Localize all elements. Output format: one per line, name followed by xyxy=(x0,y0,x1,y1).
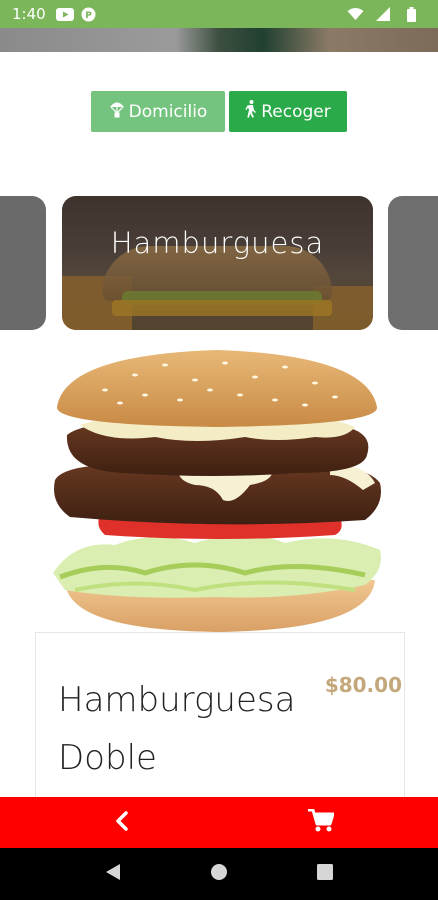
status-right-icons xyxy=(346,6,426,22)
circle-home-icon xyxy=(210,863,228,885)
action-bar xyxy=(0,797,438,848)
nav-home-button[interactable] xyxy=(204,859,234,889)
youtube-icon xyxy=(55,7,74,21)
delivery-button[interactable]: Domicilio xyxy=(91,91,225,132)
pickup-button[interactable]: Recoger xyxy=(229,91,347,132)
screen: 1:40 P Domicilio Recoger Hamburguesa Ham… xyxy=(0,0,438,900)
walking-person-icon xyxy=(245,100,257,123)
category-card-previous[interactable] xyxy=(0,196,46,330)
banner-image xyxy=(0,28,438,52)
battery-icon xyxy=(402,6,420,22)
nav-back-button[interactable] xyxy=(98,859,128,889)
svg-text:P: P xyxy=(85,11,92,21)
category-card-current[interactable]: Hamburguesa xyxy=(62,196,373,330)
cart-button[interactable] xyxy=(304,806,338,840)
category-carousel[interactable]: Hamburguesa xyxy=(0,196,438,330)
square-recents-icon xyxy=(317,864,333,884)
triangle-back-icon xyxy=(105,863,121,885)
chevron-left-icon xyxy=(115,810,129,836)
product-price: $80.00 xyxy=(324,673,402,697)
nav-recents-button[interactable] xyxy=(310,859,340,889)
product-card: Hamburguesa Doble $80.00 xyxy=(35,632,405,802)
pickup-label: Recoger xyxy=(261,101,331,122)
category-image-overlay xyxy=(62,196,373,330)
cart-icon xyxy=(308,808,335,837)
product-name: Hamburguesa Doble xyxy=(58,680,296,778)
system-nav-bar xyxy=(0,848,438,900)
order-mode-toggle: Domicilio Recoger xyxy=(91,91,347,132)
back-button[interactable] xyxy=(105,806,139,840)
status-bar: 1:40 P xyxy=(0,0,438,28)
signal-icon xyxy=(374,7,392,21)
product-image xyxy=(45,345,390,635)
category-card-next[interactable] xyxy=(388,196,438,330)
wifi-icon xyxy=(346,7,364,21)
status-time: 1:40 xyxy=(12,5,46,23)
delivery-label: Domicilio xyxy=(128,101,208,122)
app-notification-icon: P xyxy=(80,7,98,21)
parachute-icon xyxy=(109,100,125,123)
category-title: Hamburguesa xyxy=(110,226,325,260)
